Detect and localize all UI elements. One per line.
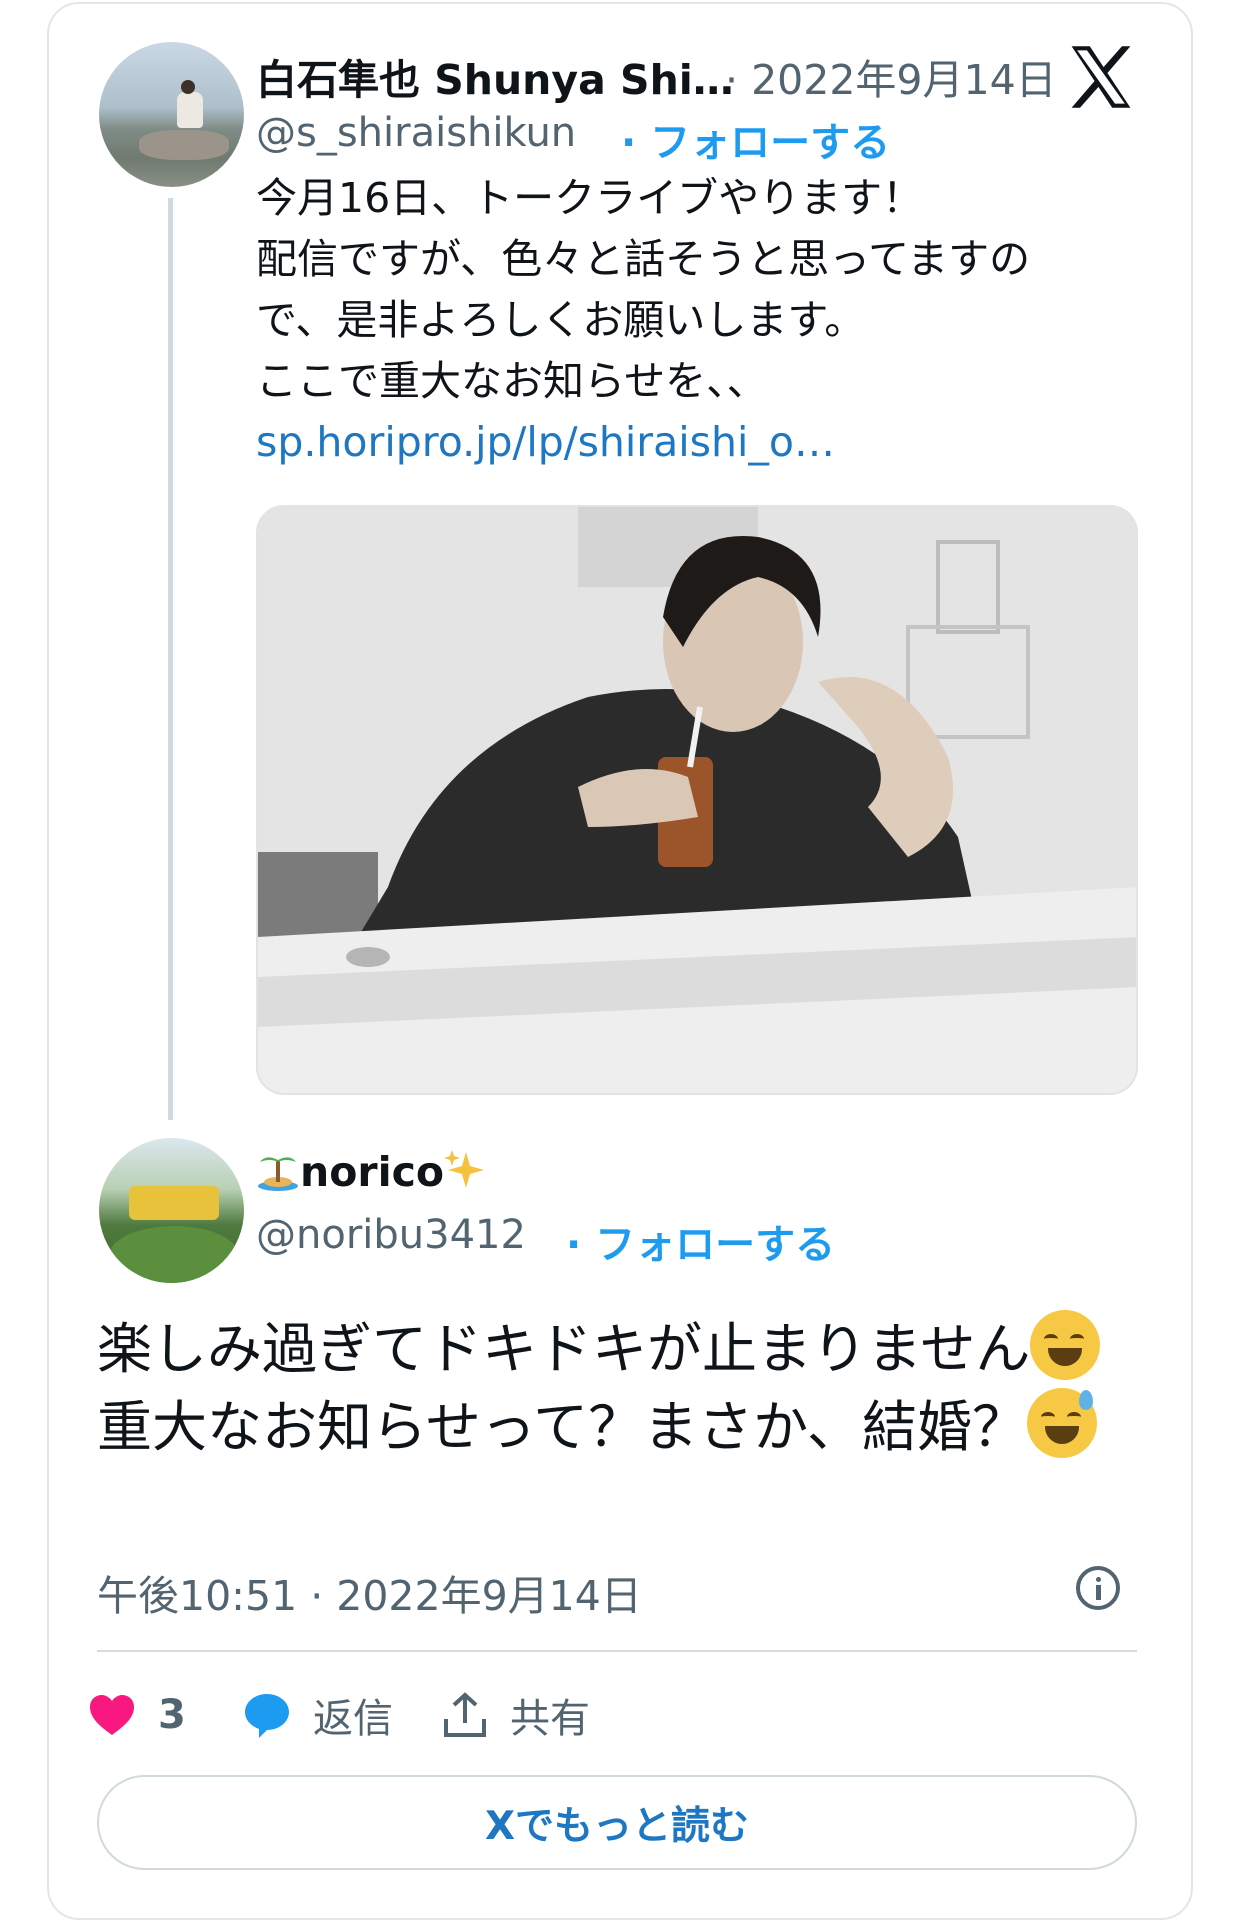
- replier-avatar[interactable]: [99, 1138, 244, 1283]
- sparkles-emoji-icon: [444, 1150, 485, 1188]
- read-more-on-x-button[interactable]: Xでもっと読む: [97, 1775, 1137, 1870]
- reply-bubble-icon: [245, 1694, 289, 1738]
- like-action[interactable]: 3: [88, 1685, 186, 1745]
- tweet-text-line: 配信ですが、色々と話そうと思ってますの: [256, 235, 1031, 283]
- share-label: 共有: [510, 1696, 590, 1742]
- tweet-text-line: で、是非よろしくお願いします。: [256, 296, 866, 344]
- photo-man-drinking-icon: [258, 507, 1136, 1093]
- tweet-text-line: ここで重大なお知らせを、、: [256, 357, 768, 405]
- tweet-text-line: 今月16日、トークライブやります！: [256, 174, 924, 222]
- follow-button[interactable]: · フォローする: [621, 110, 890, 168]
- heart-icon: [90, 1695, 134, 1735]
- x-logo-icon[interactable]: [1066, 42, 1136, 112]
- author-handle[interactable]: @s_shiraishikun: [256, 110, 576, 156]
- tweet-date[interactable]: · 2022年9月14日: [725, 46, 1057, 106]
- tweet-timestamp[interactable]: 午後10:51 · 2022年9月14日: [97, 1562, 642, 1622]
- island-emoji-icon: [258, 1157, 298, 1191]
- replier-name-text: norico: [300, 1148, 445, 1196]
- reply-text: 楽しみ過ぎてドキドキが止まりません 重大なお知らせって？まさか、結婚？: [97, 1310, 1147, 1466]
- reply-label: 返信: [313, 1696, 393, 1742]
- replier-handle[interactable]: @noribu3412: [256, 1212, 526, 1258]
- share-action[interactable]: 共有: [442, 1685, 590, 1745]
- tweet-link[interactable]: sp.horipro.jp/lp/shiraishi_o…: [256, 418, 835, 466]
- divider: [97, 1650, 1137, 1652]
- laughing-face-emoji-icon: [1030, 1310, 1101, 1380]
- replier-name[interactable]: norico: [256, 1148, 488, 1196]
- reply-text-part: 楽しみ過ぎてドキドキが止まりません: [97, 1317, 1031, 1381]
- reply-action[interactable]: 返信: [243, 1685, 393, 1745]
- sweat-smile-emoji-icon: [1027, 1388, 1098, 1458]
- info-icon[interactable]: [1076, 1566, 1120, 1610]
- like-count: 3: [158, 1692, 186, 1738]
- tweet-photo[interactable]: [256, 505, 1138, 1095]
- share-icon: [444, 1692, 486, 1737]
- follow-button[interactable]: · フォローする: [566, 1212, 835, 1270]
- reply-text-part: 重大なお知らせって？まさか、結婚？: [97, 1395, 1028, 1459]
- author-avatar[interactable]: [99, 42, 244, 187]
- author-name[interactable]: 白石隼也 Shunya Shi…: [256, 46, 734, 106]
- thread-connector-line: [168, 198, 173, 1120]
